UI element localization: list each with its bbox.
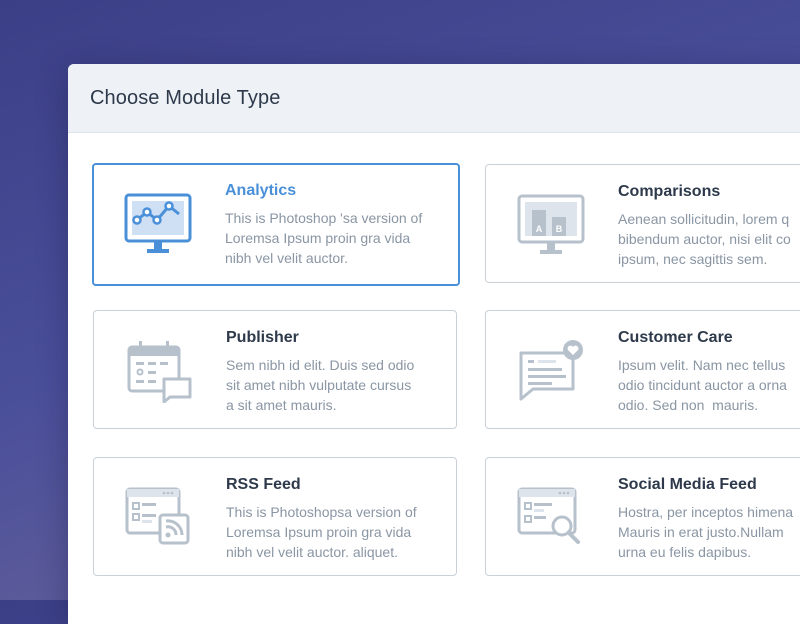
module-title: Comparisons — [618, 183, 721, 200]
module-title: Analytics — [225, 182, 297, 199]
module-card-social-media-feed[interactable]: Social Media Feed Hostra, per inceptos h… — [485, 457, 800, 576]
calendar-comment-icon — [124, 339, 194, 404]
svg-text:B: B — [556, 224, 563, 234]
module-description: Ipsum velit. Nam nec tellus odio tincidu… — [618, 357, 787, 413]
module-description: This is Photoshopsa version of Loremsa I… — [226, 504, 417, 560]
chat-heart-icon — [516, 339, 586, 403]
browser-rss-icon — [124, 486, 194, 550]
module-description: Hostra, per inceptos himena Mauris in er… — [618, 504, 794, 560]
module-title: Publisher — [226, 329, 299, 346]
dialog-header: Choose Module Type — [68, 64, 800, 133]
monitor-chart-icon — [123, 192, 193, 256]
module-card-customer-care[interactable]: Customer Care Ipsum velit. Nam nec tellu… — [485, 310, 800, 429]
svg-text:A: A — [536, 224, 543, 234]
module-title: RSS Feed — [226, 476, 301, 493]
module-card-comparisons[interactable]: A B Comparisons Aenean sollicitudin, lor… — [485, 164, 800, 283]
dialog-title: Choose Module Type — [90, 86, 281, 109]
monitor-ab-test-icon: A B — [516, 193, 586, 257]
module-card-analytics[interactable]: Analytics This is Photoshop 'sa version … — [92, 163, 460, 286]
module-description: Sem nibh id elit. Duis sed odio sit amet… — [226, 357, 415, 413]
module-title: Customer Care — [618, 329, 733, 346]
module-description: Aenean sollicitudin, lorem q bibendum au… — [618, 211, 791, 267]
choose-module-dialog: Choose Module Type Analytics This is Pho… — [68, 64, 800, 624]
browser-search-icon — [516, 486, 586, 550]
module-title: Social Media Feed — [618, 476, 757, 493]
module-description: This is Photoshop 'sa version of Loremsa… — [225, 210, 423, 266]
module-card-rss-feed[interactable]: RSS Feed This is Photoshopsa version of … — [93, 457, 457, 576]
module-card-publisher[interactable]: Publisher Sem nibh id elit. Duis sed odi… — [93, 310, 457, 429]
